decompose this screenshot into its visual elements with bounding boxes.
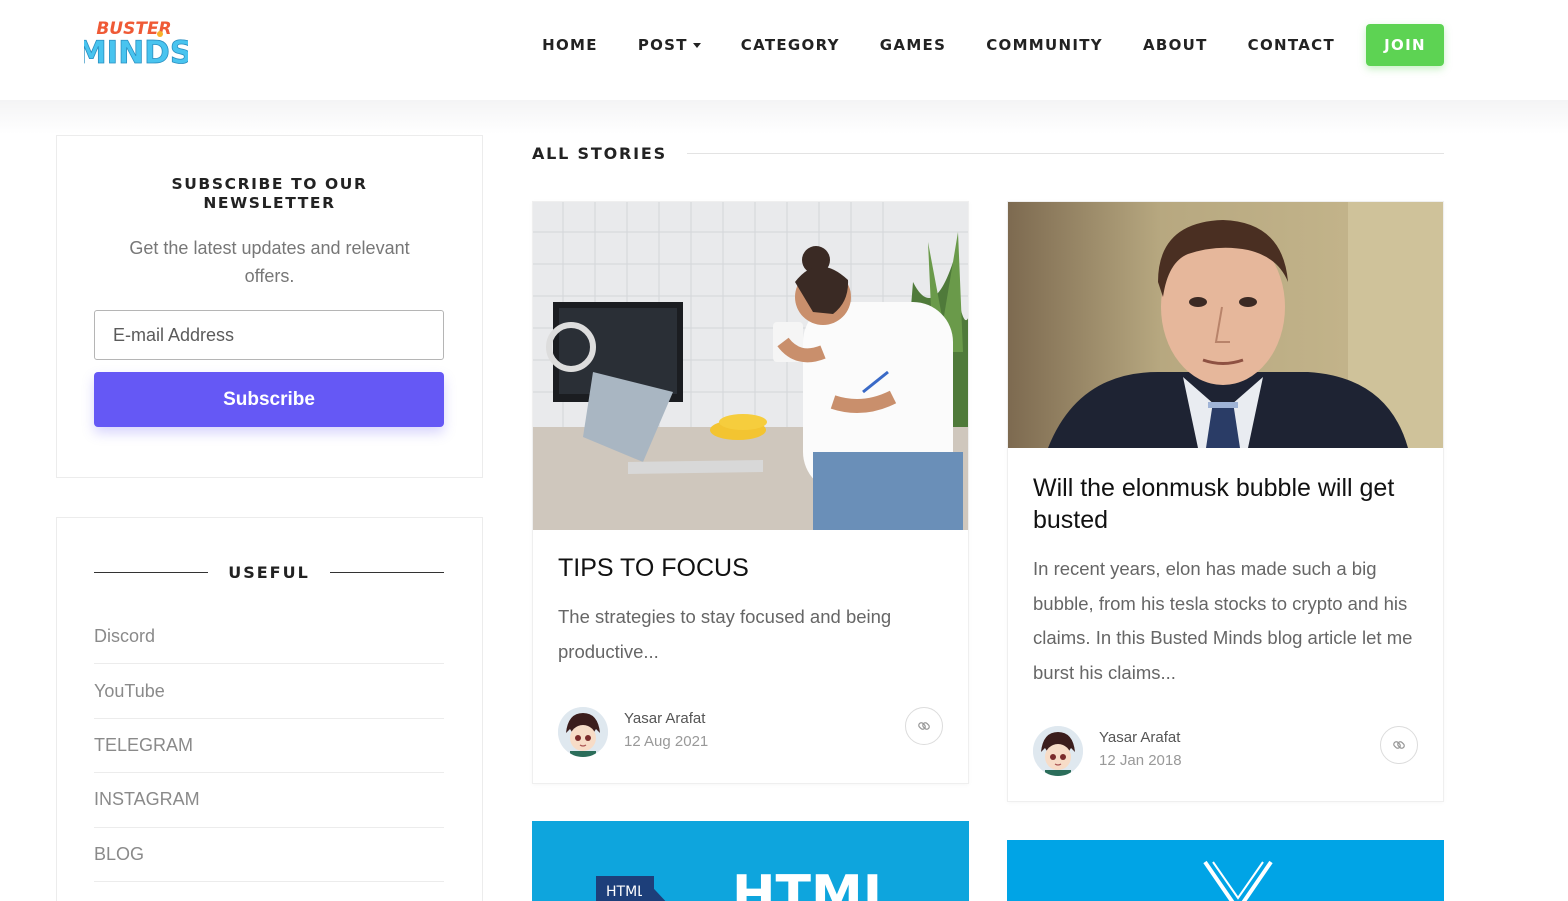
subscribe-button[interactable]: Subscribe — [94, 372, 444, 427]
newsletter-card: SUBSCRIBE TO OUR NEWSLETTER Get the late… — [56, 135, 483, 478]
useful-title: USEFUL — [228, 562, 310, 582]
logo-bottom-text: MINDS — [84, 35, 188, 68]
post-card[interactable]: Will the elonmusk bubble will get busted… — [1007, 201, 1444, 802]
useful-link-telegram[interactable]: TELEGRAM — [94, 719, 444, 774]
nav-home-label: HOME — [542, 36, 598, 54]
nav-contact-label: CONTACT — [1247, 36, 1335, 54]
email-input[interactable] — [94, 310, 444, 360]
section-title: ALL STORIES — [532, 143, 667, 163]
join-button[interactable]: JOIN — [1366, 24, 1444, 66]
useful-links-card: USEFUL Discord YouTube TELEGRAM INSTAGRA… — [56, 517, 483, 901]
newsletter-title: SUBSCRIBE TO OUR NEWSLETTER — [171, 175, 368, 212]
badge-arrow — [642, 876, 670, 901]
author-name[interactable]: Yasar Arafat — [1099, 729, 1180, 746]
divider — [686, 152, 1444, 154]
useful-list: Discord YouTube TELEGRAM INSTAGRAM BLOG — [94, 610, 444, 882]
useful-link-instagram[interactable]: INSTAGRAM — [94, 773, 444, 828]
nav-category[interactable]: CATEGORY — [741, 36, 840, 54]
useful-link-discord[interactable]: Discord — [94, 610, 444, 665]
divider — [94, 571, 209, 573]
caret-down-icon — [692, 42, 701, 48]
post-image[interactable] — [1007, 840, 1444, 901]
nav-games-label: GAMES — [879, 36, 947, 54]
link-icon — [1393, 741, 1405, 749]
useful-link-youtube[interactable]: YouTube — [94, 664, 444, 719]
nav-contact[interactable]: CONTACT — [1248, 36, 1335, 54]
avatar — [1033, 726, 1083, 776]
site-header: BUSTER MINDS HOME POST CATEGORY GAMES CO… — [0, 0, 1568, 100]
post-image[interactable]: HTML HTML — [532, 821, 969, 901]
link-icon — [918, 722, 930, 730]
nav-post[interactable]: POST — [638, 36, 701, 54]
link-button[interactable] — [905, 707, 943, 745]
nav-about-label: ABOUT — [1142, 36, 1208, 54]
divider — [329, 571, 444, 573]
post-title[interactable]: Will the elonmusk bubble will get busted — [1033, 472, 1418, 536]
html-badge-text: HTML — [606, 884, 645, 900]
post-date: 12 Aug 2021 — [624, 733, 709, 750]
nav-post-label: POST — [637, 36, 688, 54]
site-logo[interactable]: BUSTER MINDS — [75, 16, 192, 71]
post-excerpt: The strategies to stay focused and being… — [558, 606, 892, 662]
post-date: 12 Jan 2018 — [1099, 752, 1182, 769]
post-title[interactable]: TIPS TO FOCUS — [558, 552, 943, 584]
useful-link-blog[interactable]: BLOG — [94, 828, 444, 882]
header-shadow — [0, 100, 1568, 134]
post-image[interactable] — [533, 202, 968, 530]
newsletter-subtitle: Get the latest updates and relevant offe… — [129, 238, 410, 286]
nav-games[interactable]: GAMES — [880, 36, 946, 54]
nav-about[interactable]: ABOUT — [1143, 36, 1208, 54]
nav-community-label: COMMUNITY — [986, 36, 1103, 54]
html-big-text: HTML — [732, 865, 896, 901]
link-button[interactable] — [1380, 726, 1418, 764]
post-excerpt: In recent years, elon has made such a bi… — [1033, 558, 1413, 683]
post-image[interactable] — [1008, 202, 1443, 448]
main-nav: HOME POST CATEGORY GAMES COMMUNITY ABOUT… — [542, 24, 1444, 66]
author-name[interactable]: Yasar Arafat — [624, 710, 705, 727]
v-chevron-icon — [1203, 860, 1273, 901]
nav-category-label: CATEGORY — [740, 36, 840, 54]
avatar — [558, 707, 608, 757]
useful-heading: USEFUL — [94, 562, 444, 582]
post-card[interactable]: TIPS TO FOCUS The strategies to stay foc… — [532, 201, 969, 784]
nav-home[interactable]: HOME — [542, 36, 598, 54]
all-stories-heading: ALL STORIES — [532, 142, 1444, 164]
nav-community[interactable]: COMMUNITY — [986, 36, 1103, 54]
